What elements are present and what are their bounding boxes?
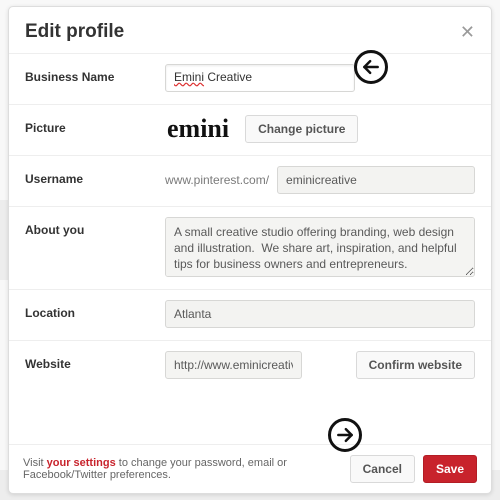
- business-name-input[interactable]: [165, 64, 355, 92]
- footer-pre: Visit: [23, 457, 47, 469]
- about-textarea[interactable]: [165, 217, 475, 277]
- footer-text: Visit your settings to change your passw…: [23, 457, 342, 481]
- edit-profile-modal: Edit profile ✕ Business Name Emini Creat…: [8, 6, 492, 494]
- confirm-website-button[interactable]: Confirm website: [356, 351, 475, 379]
- website-input[interactable]: [165, 351, 302, 379]
- label-about: About you: [25, 217, 165, 277]
- profile-picture-preview: emini: [165, 116, 231, 142]
- settings-link[interactable]: your settings: [47, 457, 116, 469]
- row-business-name: Business Name Emini Creative: [9, 54, 491, 104]
- row-picture: Picture emini Change picture: [9, 104, 491, 155]
- label-website: Website: [25, 351, 165, 371]
- row-username: Username www.pinterest.com/: [9, 155, 491, 206]
- close-icon[interactable]: ✕: [460, 23, 475, 41]
- save-button[interactable]: Save: [423, 455, 477, 483]
- row-about: About you: [9, 206, 491, 289]
- label-business-name: Business Name: [25, 64, 165, 84]
- change-picture-button[interactable]: Change picture: [245, 115, 358, 143]
- location-input[interactable]: [165, 300, 475, 328]
- modal-footer: Visit your settings to change your passw…: [9, 444, 491, 493]
- row-location: Location: [9, 289, 491, 340]
- username-input[interactable]: [277, 166, 475, 194]
- row-website: Website Confirm website: [9, 340, 491, 391]
- modal-header: Edit profile ✕: [9, 7, 491, 53]
- form-rows: Business Name Emini Creative Picture emi…: [9, 54, 491, 444]
- label-username: Username: [25, 166, 165, 186]
- modal-title: Edit profile: [25, 21, 124, 43]
- label-location: Location: [25, 300, 165, 320]
- label-picture: Picture: [25, 115, 165, 135]
- username-prefix: www.pinterest.com/: [165, 173, 269, 187]
- cancel-button[interactable]: Cancel: [350, 455, 415, 483]
